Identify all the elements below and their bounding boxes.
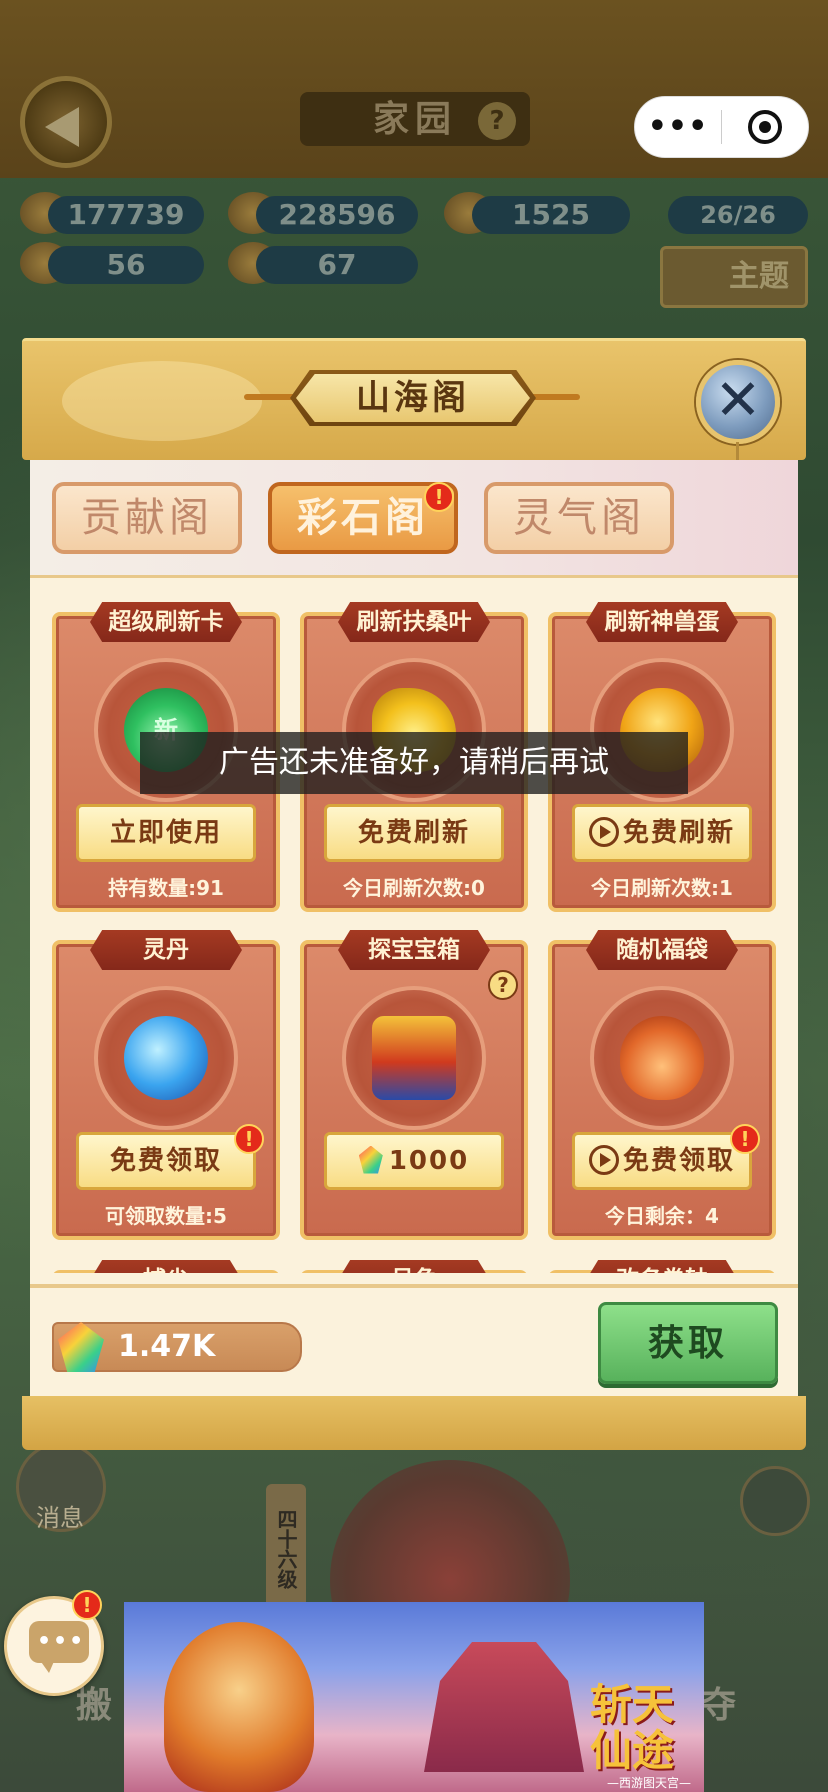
ad-banner[interactable]: 斩天仙途 —西游图天宫— — [124, 1602, 704, 1792]
claim-badge: ! — [234, 1124, 264, 1154]
blue-pill-icon — [124, 1016, 208, 1100]
more-menu-button[interactable]: ••• — [635, 96, 721, 158]
message-label: 消息 — [36, 1504, 84, 1532]
close-button[interactable]: ✕ — [696, 360, 780, 444]
buy-chest-button[interactable]: 1000 — [324, 1132, 504, 1190]
chest-help-icon[interactable]: ? — [488, 970, 518, 1000]
resource-gold: 177739 — [48, 196, 204, 234]
tab-badge: ! — [424, 482, 454, 512]
resource-flower: 228596 — [256, 196, 418, 234]
item-footer: 今日刷新次数:1 — [591, 876, 733, 900]
currency-value: 1.47K — [118, 1329, 216, 1364]
item-card: 捕尘 — [52, 1260, 280, 1273]
item-footer: 持有数量:91 — [108, 876, 224, 900]
item-footer: 今日刷新次数:0 — [343, 876, 485, 900]
tab-contribution[interactable]: 贡献阁 — [52, 482, 242, 554]
item-card: 号角 — [300, 1260, 528, 1273]
item-title: 探宝宝箱 — [338, 930, 490, 970]
gem-icon — [358, 1145, 383, 1174]
item-title: 号角 — [338, 1260, 490, 1273]
item-footer: 可领取数量:5 — [105, 1204, 227, 1228]
lucky-bag-icon — [620, 1016, 704, 1100]
scene-right-button[interactable] — [740, 1466, 810, 1536]
item-card: 改名卷轴 — [548, 1260, 776, 1273]
item-title: 捕尘 — [90, 1260, 242, 1273]
resource-pet: 67 — [256, 246, 418, 284]
resource-egg: 1525 — [472, 196, 630, 234]
modal-title: 山海阁 — [296, 374, 530, 422]
button-label: 免费领取 — [622, 1146, 735, 1176]
price-label: 1000 — [388, 1146, 470, 1176]
claim-badge: ! — [730, 1124, 760, 1154]
resource-stamina: 26/26 — [668, 196, 808, 234]
target-icon — [747, 110, 782, 144]
ad-subtitle: —西游图天宫— — [606, 1776, 691, 1790]
resource-beast: 56 — [48, 246, 204, 284]
free-refresh-video-button[interactable]: 免费刷新 — [572, 804, 752, 862]
item-card: 随机福袋 免费领取 ! 今日剩余：4 — [548, 930, 776, 1240]
item-title: 超级刷新卡 — [90, 602, 242, 642]
item-title: 刷新扶桑叶 — [338, 602, 490, 642]
chat-dots: ••• — [37, 1629, 86, 1654]
item-card: 灵丹 免费领取 ! 可领取数量:5 — [52, 930, 280, 1240]
item-title: 随机福袋 — [586, 930, 738, 970]
theme-button[interactable]: 主题 — [660, 246, 808, 308]
use-now-button[interactable]: 立即使用 — [76, 804, 256, 862]
ad-logo: 斩天仙途 — [590, 1680, 675, 1775]
free-claim-video-button[interactable]: 免费领取 — [572, 1132, 752, 1190]
level-scroll: 四十六级 — [266, 1484, 306, 1614]
button-label: 免费刷新 — [622, 818, 735, 848]
mini-program-capsule: ••• — [634, 96, 809, 158]
play-video-icon — [588, 1144, 619, 1175]
monkey-king-image — [164, 1622, 314, 1792]
back-button[interactable] — [20, 76, 112, 168]
obtain-button[interactable]: 获取 — [598, 1302, 778, 1384]
toast-message: 广告还未准备好，请稍后再试 — [140, 732, 688, 794]
right-action-label: 夺 — [700, 1685, 737, 1726]
item-footer: 今日剩余：4 — [605, 1204, 719, 1228]
back-arrow-icon — [45, 107, 79, 147]
item-title: 刷新神兽蛋 — [586, 602, 738, 642]
item-grid: 超级刷新卡 新 立即使用 持有数量:91 刷新扶桑叶 免费刷新 今日刷新次数:0… — [30, 580, 798, 1273]
item-title: 改名卷轴 — [586, 1260, 738, 1273]
tab-spirit[interactable]: 灵气阁 — [484, 482, 674, 554]
item-card: 探宝宝箱 ? 1000 — [300, 930, 528, 1240]
modal-footer — [22, 1396, 806, 1450]
chat-badge: ! — [72, 1590, 102, 1620]
play-video-icon — [588, 816, 619, 847]
free-claim-button[interactable]: 免费领取 — [76, 1132, 256, 1190]
treasure-chest-icon — [372, 1016, 456, 1100]
close-program-button[interactable] — [722, 110, 808, 144]
palace-image — [424, 1642, 584, 1772]
free-refresh-button[interactable]: 免费刷新 — [324, 804, 504, 862]
home-help-icon[interactable]: ? — [478, 102, 516, 140]
item-title: 灵丹 — [90, 930, 242, 970]
